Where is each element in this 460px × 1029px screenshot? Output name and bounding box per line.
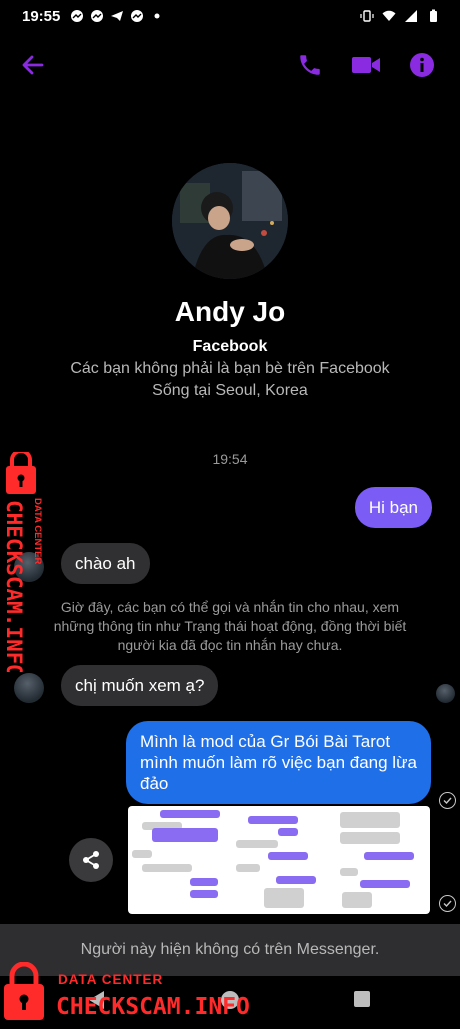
share-icon bbox=[83, 851, 99, 869]
message-incoming[interactable]: chào ah bbox=[61, 543, 150, 584]
back-button[interactable] bbox=[16, 48, 50, 82]
image-attachment[interactable] bbox=[128, 806, 430, 914]
message-incoming[interactable]: chị muốn xem ạ? bbox=[61, 665, 219, 706]
messenger-icon bbox=[91, 10, 103, 22]
signal-icon bbox=[405, 10, 417, 22]
watermark-side-main: CHECKSCAM.INFO bbox=[2, 500, 26, 672]
video-call-button[interactable] bbox=[349, 48, 383, 82]
sent-check-icon bbox=[439, 792, 456, 809]
profile-photo bbox=[172, 163, 288, 279]
watermark-side: CHECKSCAM.INFO DATA CENTER bbox=[2, 449, 50, 677]
friend-status: Các bạn không phải là bạn bè trên Facebo… bbox=[70, 360, 390, 377]
info-icon bbox=[410, 53, 434, 77]
wifi-icon bbox=[382, 10, 396, 21]
connection-notice: Giờ đây, các bạn có thể gọi và nhắn tin … bbox=[53, 599, 407, 653]
profile-source: Facebook bbox=[192, 338, 268, 355]
info-button[interactable] bbox=[405, 48, 439, 82]
profile-location: Sống tại Seoul, Korea bbox=[152, 382, 308, 399]
video-icon bbox=[352, 57, 380, 73]
call-button[interactable] bbox=[293, 48, 327, 82]
arrow-left-icon bbox=[22, 55, 44, 75]
messenger-icon bbox=[71, 10, 83, 22]
notification-icons bbox=[70, 9, 164, 23]
profile-name: Andy Jo bbox=[174, 296, 286, 327]
nav-recents-icon[interactable] bbox=[353, 990, 371, 1008]
system-icons bbox=[360, 9, 440, 23]
sender-avatar[interactable] bbox=[14, 673, 44, 703]
messenger-icon bbox=[131, 10, 143, 22]
status-bar: 19:55 bbox=[0, 0, 460, 34]
vibrate-icon bbox=[360, 10, 374, 22]
status-time: 19:55 bbox=[22, 8, 61, 25]
share-button[interactable] bbox=[69, 838, 113, 882]
watermark-side-label: DATA CENTER bbox=[32, 498, 43, 564]
svg-text:DATA CENTER: DATA CENTER bbox=[58, 972, 163, 987]
seen-avatar bbox=[436, 684, 455, 703]
telegram-icon bbox=[111, 11, 123, 21]
message-outgoing[interactable]: Hi bạn bbox=[354, 487, 432, 528]
unavailable-text: Người này hiện không có trên Messenger. bbox=[80, 941, 380, 958]
battery-icon bbox=[430, 9, 437, 22]
dot-icon bbox=[154, 13, 160, 19]
watermark-bottom: DATA CENTER CHECKSCAM.INFO bbox=[0, 961, 300, 1024]
message-outgoing-long[interactable]: Mình là mod của Gr Bói Bài Tarot mình mu… bbox=[126, 721, 431, 804]
phone-icon bbox=[300, 55, 320, 75]
sent-check-icon bbox=[439, 895, 456, 912]
svg-text:CHECKSCAM.INFO: CHECKSCAM.INFO bbox=[56, 994, 250, 1020]
profile-avatar[interactable] bbox=[172, 163, 288, 279]
message-timestamp: 19:54 bbox=[212, 451, 248, 467]
